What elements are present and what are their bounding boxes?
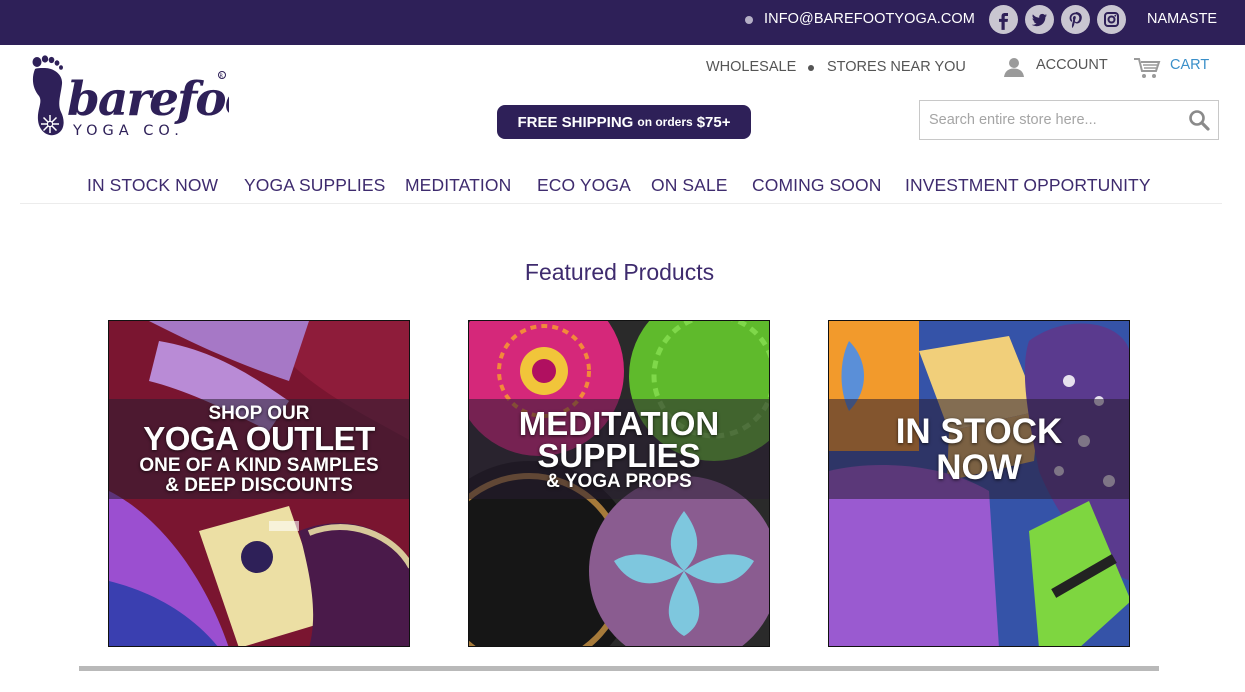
featured-card-in-stock-now[interactable]: IN STOCK NOW — [828, 320, 1130, 647]
card-line-3: & YOGA PROPS — [546, 471, 692, 492]
nav-meditation[interactable]: MEDITATION — [405, 175, 511, 196]
account-link[interactable]: ACCOUNT — [1036, 57, 1108, 73]
pinterest-icon[interactable] — [1061, 5, 1090, 34]
nav-on-sale[interactable]: ON SALE — [651, 175, 728, 196]
twitter-icon[interactable] — [1025, 5, 1054, 34]
cart-icon[interactable] — [1133, 56, 1161, 80]
wholesale-link[interactable]: WHOLESALE — [706, 59, 796, 75]
card-line-2: YOGA OUTLET — [143, 420, 375, 457]
barefoot-logo[interactable]: barefoot R YOGA CO. — [29, 54, 229, 140]
card-line-1: IN STOCK — [895, 412, 1063, 451]
nav-eco-yoga[interactable]: ECO YOGA — [537, 175, 631, 196]
card-line-1: MEDITATION — [518, 405, 720, 442]
instagram-icon[interactable] — [1097, 5, 1126, 34]
separator-dot — [808, 65, 814, 71]
shipping-main-text: FREE SHIPPING — [517, 113, 634, 131]
nav-in-stock-now[interactable]: IN STOCK NOW — [87, 175, 218, 196]
bullet-dot — [745, 16, 753, 24]
card-line-4: & DEEP DISCOUNTS — [165, 475, 353, 496]
featured-card-yoga-outlet[interactable]: SHOP OUR YOGA OUTLET ONE OF A KIND SAMPL… — [108, 320, 410, 647]
shipping-amount: $75+ — [696, 113, 731, 131]
card-line-2: SUPPLIES — [537, 437, 701, 474]
shipping-small-text: on orders — [637, 115, 693, 129]
free-shipping-banner[interactable]: FREE SHIPPING on orders $75+ — [497, 105, 751, 139]
nav-investment-opportunity[interactable]: INVESTMENT OPPORTUNITY — [905, 175, 1151, 196]
main-nav: IN STOCK NOW YOGA SUPPLIES MEDITATION EC… — [0, 175, 1245, 197]
search-icon[interactable] — [1188, 109, 1210, 131]
card-line-2: NOW — [936, 448, 1022, 487]
svg-text:YOGA CO.: YOGA CO. — [72, 123, 184, 139]
featured-card-meditation-supplies[interactable]: MEDITATION SUPPLIES & YOGA PROPS — [468, 320, 770, 647]
account-greeting[interactable]: NAMASTE — [1147, 11, 1217, 27]
top-bar: INFO@BAREFOOTYOGA.COM NAMASTE — [0, 0, 1245, 45]
nav-yoga-supplies[interactable]: YOGA SUPPLIES — [244, 175, 385, 196]
cart-link[interactable]: CART — [1170, 57, 1209, 73]
facebook-icon[interactable] — [989, 5, 1018, 34]
user-icon[interactable] — [1003, 56, 1025, 78]
featured-products-heading: Featured Products — [524, 259, 715, 285]
scroll-divider — [79, 666, 1159, 671]
nav-coming-soon[interactable]: COMING SOON — [752, 175, 881, 196]
search-box — [919, 100, 1219, 140]
svg-text:barefoot: barefoot — [67, 72, 229, 127]
svg-text:R: R — [220, 74, 224, 80]
contact-email-link[interactable]: INFO@BAREFOOTYOGA.COM — [764, 11, 975, 27]
search-input[interactable] — [920, 101, 1175, 139]
nav-divider — [20, 203, 1222, 204]
stores-near-you-link[interactable]: STORES NEAR YOU — [827, 59, 966, 75]
card-line-3: ONE OF A KIND SAMPLES — [139, 455, 379, 476]
